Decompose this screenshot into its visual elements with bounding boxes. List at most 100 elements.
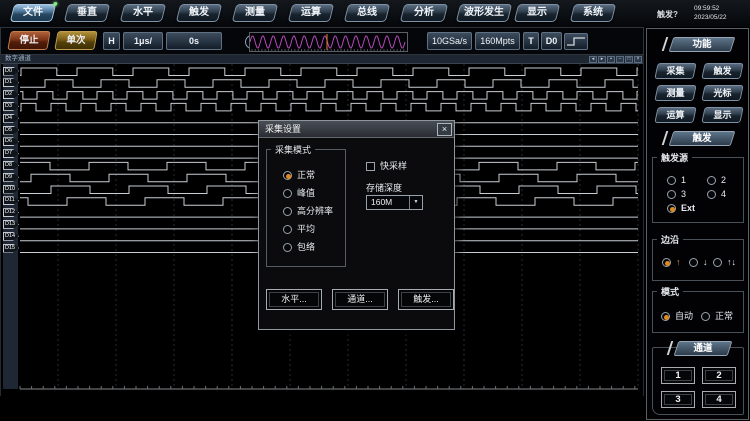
sidebar-button-measure-label: 测量 bbox=[657, 86, 694, 100]
memory-depth-dropdown[interactable]: 160M ▼ bbox=[366, 195, 423, 210]
sidebar-button-display[interactable]: 显示 bbox=[701, 107, 743, 123]
edge-radio-falling[interactable]: ↓ bbox=[689, 257, 708, 269]
menu-item-math[interactable]: 运算 bbox=[288, 4, 334, 22]
waveform-preview[interactable] bbox=[249, 32, 408, 52]
sidebar-button-acquire[interactable]: 采集 bbox=[654, 63, 696, 79]
clock: 09:59:52 2023/05/22 bbox=[694, 4, 746, 22]
close-window-icon[interactable]: × bbox=[634, 56, 642, 63]
sample-rate-button[interactable]: 10GSa/s bbox=[427, 32, 472, 50]
fast-sample-checkbox[interactable]: 快采样 bbox=[366, 159, 407, 171]
edge-radio-both[interactable]: ↑↓ bbox=[713, 257, 736, 269]
source-radio-ext[interactable]: Ext bbox=[667, 203, 695, 215]
menu-item-math-label: 运算 bbox=[291, 5, 331, 21]
radio-icon bbox=[283, 189, 292, 198]
stop-button[interactable]: 停止 bbox=[7, 31, 50, 50]
menu-item-horizontal[interactable]: 水平 bbox=[120, 4, 166, 22]
clock-date: 2023/05/22 bbox=[694, 13, 746, 22]
menu-item-system-label: 系统 bbox=[573, 5, 613, 21]
menu-item-bus-label: 总线 bbox=[347, 5, 387, 21]
trigmode-radio-auto[interactable]: 自动 bbox=[661, 309, 693, 321]
mode-radio-peak[interactable]: 峰值 bbox=[283, 186, 315, 198]
source-radio-4-label: 4 bbox=[721, 189, 726, 199]
timebase-button[interactable]: 1μs/ bbox=[123, 32, 163, 50]
dialog-title: 采集设置 bbox=[265, 124, 301, 134]
channel-3-button[interactable]: 3 bbox=[661, 391, 695, 408]
source-radio-4[interactable]: 4 bbox=[707, 189, 726, 201]
radio-icon bbox=[707, 176, 716, 185]
function-header[interactable]: 功能 bbox=[669, 37, 736, 52]
menu-item-measure[interactable]: 测量 bbox=[232, 4, 278, 22]
mode-radio-normal-label: 正常 bbox=[297, 170, 315, 180]
mode-radio-hires-label: 高分辨率 bbox=[297, 206, 333, 216]
mode-radio-average[interactable]: 平均 bbox=[283, 222, 315, 234]
channel-1-button[interactable]: 1 bbox=[661, 367, 695, 384]
menu-item-system[interactable]: 系统 bbox=[570, 4, 616, 22]
oscilloscope-screen: 文件 垂直 水平 触发 测量 运算 总线 分析 波形发生 显示 系统 触发? 0… bbox=[0, 0, 750, 421]
mode-radio-normal[interactable]: 正常 bbox=[283, 168, 315, 180]
source-radio-1[interactable]: 1 bbox=[667, 175, 686, 187]
channel-header[interactable]: 通道 bbox=[674, 341, 733, 356]
dialog-titlebar[interactable]: 采集设置 bbox=[259, 121, 454, 138]
trigmode-radio-normal[interactable]: 正常 bbox=[701, 309, 733, 321]
horizontal-more-button[interactable]: 水平... bbox=[266, 289, 322, 310]
single-button[interactable]: 单次 bbox=[54, 31, 97, 50]
sidebar-button-measure[interactable]: 测量 bbox=[654, 85, 696, 101]
trigger-source-group-label: 触发源 bbox=[657, 151, 692, 164]
menu-item-bus[interactable]: 总线 bbox=[344, 4, 390, 22]
menu-item-analysis[interactable]: 分析 bbox=[400, 4, 448, 22]
menu-item-display-label: 显示 bbox=[517, 5, 557, 21]
radio-icon bbox=[283, 171, 292, 180]
menu-item-display[interactable]: 显示 bbox=[514, 4, 560, 22]
horizontal-h-button[interactable]: H bbox=[103, 32, 120, 50]
sine-preview-graphic bbox=[250, 33, 407, 51]
sidebar-button-trigger[interactable]: 触发 bbox=[701, 63, 743, 79]
mode-group-label: 模式 bbox=[657, 285, 683, 298]
mode-radio-envelope[interactable]: 包络 bbox=[283, 240, 315, 252]
channel-4-button[interactable]: 4 bbox=[702, 391, 736, 408]
menu-item-trigger-label: 触发 bbox=[179, 5, 219, 21]
chevron-down-icon: ▼ bbox=[409, 196, 422, 209]
source-radio-3[interactable]: 3 bbox=[667, 189, 686, 201]
trigmode-radio-auto-label: 自动 bbox=[675, 311, 693, 321]
channel-2-button[interactable]: 2 bbox=[702, 367, 736, 384]
edge-radio-rising[interactable]: ↑ bbox=[662, 257, 681, 269]
menu-item-trigger[interactable]: 触发 bbox=[176, 4, 222, 22]
trigger-more-button[interactable]: 触发... bbox=[398, 289, 454, 310]
sidebar-button-math[interactable]: 运算 bbox=[654, 107, 696, 123]
maximize-icon[interactable]: □ bbox=[625, 56, 633, 63]
trigger-header[interactable]: 触发 bbox=[669, 131, 736, 146]
source-radio-ext-label: Ext bbox=[681, 203, 695, 213]
channel-more-button[interactable]: 通道... bbox=[332, 289, 388, 310]
minimize-icon[interactable]: − bbox=[616, 56, 624, 63]
clock-time: 09:59:52 bbox=[694, 4, 746, 13]
mode-radio-hires[interactable]: 高分辨率 bbox=[283, 204, 333, 216]
source-radio-2[interactable]: 2 bbox=[707, 175, 726, 187]
mode-radio-envelope-label: 包络 bbox=[297, 242, 315, 252]
close-icon[interactable]: × bbox=[437, 123, 452, 136]
pan-left-icon[interactable]: ◂ bbox=[589, 56, 597, 63]
sidebar-button-display-label: 显示 bbox=[704, 108, 741, 122]
memory-depth-button[interactable]: 160Mpts bbox=[475, 32, 520, 50]
trigger-t-button[interactable]: T bbox=[523, 32, 539, 50]
trigmode-radio-normal-label: 正常 bbox=[715, 311, 733, 321]
stop-button-label: 停止 bbox=[10, 32, 48, 49]
wave-window-titlebar: 数字通道 bbox=[1, 55, 643, 64]
menu-item-file[interactable]: 文件 bbox=[10, 4, 56, 22]
depth-label: 存储深度 bbox=[366, 181, 402, 194]
rising-edge-icon[interactable] bbox=[564, 33, 588, 50]
header-slash-decoration bbox=[662, 131, 669, 145]
pan-right-icon[interactable]: ▸ bbox=[598, 56, 606, 63]
sidebar-button-cursor[interactable]: 光标 bbox=[701, 85, 743, 101]
horizontal-offset-button[interactable]: 0s bbox=[166, 32, 222, 50]
source-radio-3-label: 3 bbox=[681, 189, 686, 199]
trigger-header-label: 触发 bbox=[672, 132, 732, 145]
sidebar-button-cursor-label: 光标 bbox=[704, 86, 741, 100]
sidebar-button-trigger-label: 触发 bbox=[704, 64, 741, 78]
fit-view-icon[interactable]: ▪ bbox=[607, 56, 615, 63]
menu-item-vertical[interactable]: 垂直 bbox=[64, 4, 110, 22]
trigger-source-button[interactable]: D0 bbox=[541, 32, 562, 50]
wave-window-title: 数字通道 bbox=[5, 55, 31, 62]
menu-item-wavegen[interactable]: 波形发生 bbox=[456, 4, 512, 22]
source-radio-2-label: 2 bbox=[721, 175, 726, 185]
menu-item-file-label: 文件 bbox=[13, 5, 53, 21]
